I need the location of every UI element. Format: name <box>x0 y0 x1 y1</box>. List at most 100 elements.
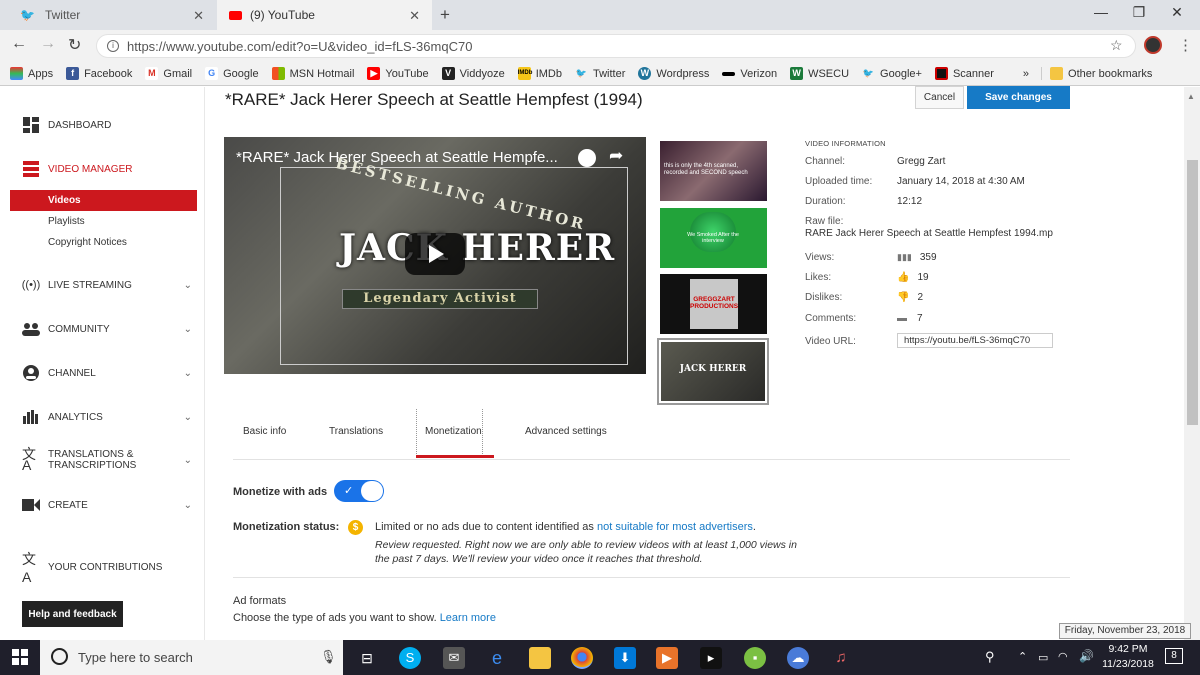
back-icon[interactable]: ← <box>11 35 27 53</box>
star-icon[interactable]: ☆ <box>1110 37 1123 54</box>
windows-start-icon[interactable] <box>12 649 28 668</box>
chrome-icon[interactable] <box>571 647 593 669</box>
bookmark-twitter[interactable]: 🐦 Twitter <box>575 67 626 80</box>
clock-time[interactable]: 9:42 PM <box>1100 643 1156 655</box>
chevron-down-icon[interactable]: ⌄ <box>184 500 192 511</box>
thumbs-down-icon: 👎 <box>897 292 910 303</box>
wifi-icon[interactable]: ◠ <box>1058 650 1068 663</box>
file-explorer-icon[interactable] <box>529 647 551 669</box>
edge-icon[interactable]: e <box>486 647 508 669</box>
skype-icon[interactable]: S <box>399 647 421 669</box>
learn-more-link[interactable]: Learn more <box>440 612 496 624</box>
tab-youtube[interactable]: (9) YouTube ✕ <box>217 0 432 30</box>
close-window-button[interactable]: ✕ <box>1154 4 1200 21</box>
app-icon[interactable]: ⬇ <box>614 647 636 669</box>
help-feedback-button[interactable]: Help and feedback <box>22 601 123 627</box>
thumbnail-4-selected[interactable]: JACK HERER <box>657 338 769 405</box>
tab-translations[interactable]: Translations <box>329 426 383 437</box>
bookmarks-overflow[interactable]: » <box>1023 68 1029 80</box>
sidebar-item-videos[interactable]: Videos <box>10 190 197 211</box>
scroll-up-icon[interactable]: ▲ <box>1187 92 1195 101</box>
ad-formats-title: Ad formats <box>233 595 287 607</box>
bookmark-imdb[interactable]: IMDb IMDb <box>517 67 562 80</box>
sidebar-item-video-manager[interactable]: VIDEO MANAGER <box>22 160 192 178</box>
cloud-icon[interactable]: ☁ <box>787 647 809 669</box>
chevron-down-icon[interactable]: ⌄ <box>184 412 192 423</box>
sidebar-item-live[interactable]: ((•)) LIVE STREAMING ⌄ <box>22 276 192 294</box>
video-manager-icon <box>22 160 40 178</box>
sidebar-item-dashboard[interactable]: DASHBOARD <box>22 116 192 134</box>
bookmark-googleplus[interactable]: 🐦 Google+ <box>862 67 922 80</box>
thumbnail-3[interactable]: GREGGZART PRODUCTIONS <box>660 274 767 334</box>
avatar[interactable] <box>1144 36 1162 54</box>
ad-formats-desc: Choose the type of ads you want to show.… <box>233 612 496 624</box>
sidebar-item-analytics[interactable]: ANALYTICS ⌄ <box>22 408 192 426</box>
mail-icon[interactable]: ✉ <box>443 647 465 669</box>
cancel-button[interactable]: Cancel <box>915 86 964 109</box>
tab-twitter[interactable]: 🐦 Twitter ✕ <box>8 0 216 30</box>
tab-advanced-settings[interactable]: Advanced settings <box>525 426 607 437</box>
bookmark-apps[interactable]: Apps <box>10 67 53 80</box>
notification-center-icon[interactable]: 8 <box>1165 648 1183 664</box>
chevron-down-icon[interactable]: ⌄ <box>184 324 192 335</box>
sidebar-item-translations[interactable]: 文A TRANSLATIONS & TRANSCRIPTIONS ⌄ <box>22 446 192 473</box>
menu-icon[interactable]: ⋮ <box>1178 36 1193 54</box>
tab-basic-info[interactable]: Basic info <box>243 426 286 437</box>
dislikes-value: 👎 2 <box>897 292 924 303</box>
taskbar-search[interactable]: Type here to search <box>40 640 343 675</box>
bookmark-other[interactable]: Other bookmarks <box>1041 67 1152 80</box>
wsecu-icon: W <box>790 67 804 80</box>
not-suitable-link[interactable]: not suitable for most advertisers <box>597 521 753 533</box>
thumbnail-1[interactable]: this is only the 4th scanned, recorded a… <box>660 141 767 201</box>
bookmark-scanner[interactable]: Scanner <box>934 67 994 80</box>
close-tab-icon[interactable]: ✕ <box>409 8 420 24</box>
sidebar-item-playlists[interactable]: Playlists <box>48 216 85 227</box>
tray-expand-icon[interactable]: ⌃ <box>1018 650 1027 663</box>
people-icon[interactable]: ⚲ <box>985 649 995 665</box>
bookmark-youtube[interactable]: ▶ YouTube <box>367 67 429 80</box>
new-tab-button[interactable]: + <box>440 5 450 25</box>
bookmark-hotmail[interactable]: MSN Hotmail <box>271 67 354 80</box>
chevron-down-icon[interactable]: ⌄ <box>184 455 192 466</box>
video-editor-icon[interactable]: ▶ <box>656 647 678 669</box>
bookmark-google[interactable]: G Google <box>205 67 259 80</box>
sidebar-item-create[interactable]: CREATE ⌄ <box>22 496 192 514</box>
video-url-field[interactable]: https://youtu.be/fLS-36mqC70 <box>897 333 1053 348</box>
bookmark-wsecu[interactable]: W WSECU <box>790 67 849 80</box>
forward-icon[interactable]: → <box>40 35 56 53</box>
bookmark-facebook[interactable]: f Facebook <box>66 67 132 80</box>
clock-date[interactable]: 11/23/2018 <box>1098 658 1158 670</box>
volume-icon[interactable]: 🔊 <box>1079 649 1094 663</box>
community-icon <box>22 320 40 338</box>
share-icon[interactable]: ➦ <box>609 146 623 166</box>
battery-icon[interactable]: ▭ <box>1038 651 1048 664</box>
sidebar-item-channel[interactable]: CHANNEL ⌄ <box>22 364 192 382</box>
media-player-icon[interactable]: ▸ <box>700 647 722 669</box>
bookmark-viddyoze[interactable]: V Viddyoze <box>441 67 505 80</box>
translate-icon: 文A <box>22 446 36 473</box>
thumbnail-2[interactable]: We Smoked After the interview <box>660 208 767 268</box>
address-bar[interactable]: i https://www.youtube.com/edit?o=U&video… <box>96 34 1136 58</box>
reload-icon[interactable]: ↻ <box>68 35 81 55</box>
bookmark-wordpress[interactable]: W Wordpress <box>638 67 709 80</box>
thumbs-up-icon: 👍 <box>897 272 910 283</box>
sidebar-item-community[interactable]: COMMUNITY ⌄ <box>22 320 192 338</box>
chevron-down-icon[interactable]: ⌄ <box>184 280 192 291</box>
channel-value: Gregg Zart <box>897 156 946 167</box>
video-player[interactable]: *RARE* Jack Herer Speech at Seattle Hemp… <box>224 137 646 374</box>
app-green-icon[interactable]: ▪ <box>744 647 766 669</box>
task-view-icon[interactable]: ⊟ <box>356 647 378 669</box>
save-button[interactable]: Save changes <box>967 86 1070 109</box>
scrollbar-thumb[interactable] <box>1187 160 1198 425</box>
sidebar-item-contributions[interactable]: 文A YOUR CONTRIBUTIONS <box>22 551 192 585</box>
bookmark-gmail[interactable]: M Gmail <box>145 67 192 80</box>
bookmark-verizon[interactable]: Verizon <box>722 68 777 80</box>
sidebar-item-copyright[interactable]: Copyright Notices <box>48 237 127 248</box>
itunes-icon[interactable]: ♫ <box>830 647 852 669</box>
tab-monetization[interactable]: Monetization <box>425 426 482 437</box>
close-tab-icon[interactable]: ✕ <box>193 8 204 24</box>
microphone-icon[interactable]: 🎙 <box>320 649 337 665</box>
watch-later-icon[interactable] <box>578 149 596 167</box>
chevron-down-icon[interactable]: ⌄ <box>184 368 192 379</box>
camera-icon <box>22 496 40 514</box>
